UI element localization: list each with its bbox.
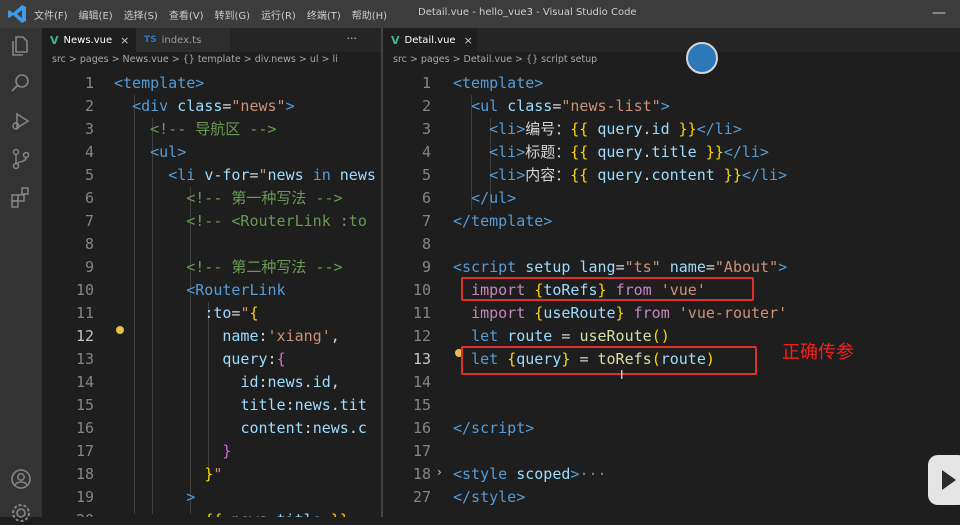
code-line: 12 let route = useRoute() bbox=[412, 327, 670, 345]
menu-view[interactable]: 查看(V) bbox=[169, 7, 204, 22]
play-icon[interactable] bbox=[942, 470, 956, 490]
code-line: 16 </script> bbox=[412, 419, 535, 437]
code-line: 17 } bbox=[75, 442, 232, 460]
menu-terminal[interactable]: 终端(T) bbox=[307, 7, 341, 22]
code-line: 18 }" bbox=[75, 465, 223, 483]
code-line: 6 <!-- 第一种写法 --> bbox=[84, 189, 343, 207]
more-actions-icon[interactable]: ··· bbox=[347, 32, 358, 45]
code-line: 12 name:'xiang', bbox=[75, 327, 340, 345]
code-line: 13 query:{ bbox=[75, 350, 286, 368]
code-line: 11 import {useRoute} from 'vue-router' bbox=[412, 304, 788, 322]
settings-gear-icon[interactable] bbox=[9, 501, 33, 525]
code-line: 8 bbox=[421, 235, 431, 253]
extensions-icon[interactable] bbox=[9, 185, 33, 209]
close-icon[interactable]: × bbox=[464, 34, 473, 47]
code-line: 19 > bbox=[75, 488, 196, 506]
vue-file-icon: V bbox=[391, 33, 400, 47]
code-line: 2 <div class="news"> bbox=[84, 97, 295, 115]
annotation-label: 正确传参 bbox=[782, 342, 854, 363]
right-tab-bar: V Detail.vue × bbox=[383, 28, 960, 52]
code-line: 20 {{ news.title }} bbox=[42, 509, 381, 517]
tab-detail-vue[interactable]: V Detail.vue × bbox=[383, 28, 477, 52]
code-line: 4 <ul> bbox=[84, 143, 187, 161]
tab-label: Detail.vue bbox=[404, 34, 456, 46]
right-editor-group: V Detail.vue × src > pages > Detail.vue … bbox=[383, 28, 960, 517]
code-line: 2 <ul class="news-list"> bbox=[421, 97, 670, 115]
window-title: Detail.vue - hello_vue3 - Visual Studio … bbox=[418, 7, 637, 18]
code-line: 15 title:news.tit bbox=[75, 396, 367, 414]
lightbulb-icon[interactable] bbox=[116, 326, 124, 334]
code-line: 1 <template> bbox=[421, 74, 544, 92]
activity-bar bbox=[0, 28, 42, 522]
code-line: 3 <li>编号：{{ query.id }}</li> bbox=[421, 120, 742, 138]
run-debug-icon[interactable] bbox=[9, 109, 33, 133]
tab-label: News.vue bbox=[63, 34, 113, 46]
left-editor-group: V News.vue × TS index.ts ··· src > pages… bbox=[42, 28, 381, 517]
breadcrumb[interactable]: src > pages > Detail.vue > {} script set… bbox=[383, 54, 597, 70]
code-line: 1 <template> bbox=[84, 74, 205, 92]
typescript-file-icon: TS bbox=[144, 35, 157, 45]
tab-label: index.ts bbox=[161, 34, 202, 46]
code-line: 6 </ul> bbox=[421, 189, 517, 207]
code-line: 5 <li v-for="news in news bbox=[84, 166, 376, 184]
breadcrumb[interactable]: src > pages > News.vue > {} template > d… bbox=[42, 54, 338, 70]
code-line: 7 <!-- <RouterLink :to bbox=[84, 212, 367, 230]
menu-run[interactable]: 运行(R) bbox=[261, 7, 296, 22]
menu-help[interactable]: 帮助(H) bbox=[352, 7, 387, 22]
minimize-icon[interactable]: — bbox=[932, 5, 946, 21]
highlight-box-import bbox=[461, 277, 754, 301]
menu-edit[interactable]: 编辑(E) bbox=[79, 7, 113, 22]
vue-file-icon: V bbox=[50, 33, 59, 47]
code-line: 17 bbox=[412, 442, 431, 460]
code-line: 7 </template> bbox=[421, 212, 553, 230]
code-line: 14 id:news.id, bbox=[75, 373, 340, 391]
highlight-box-torefs bbox=[461, 346, 757, 375]
left-tab-bar: V News.vue × TS index.ts ··· bbox=[42, 28, 381, 52]
text-cursor-icon: I bbox=[620, 368, 624, 382]
code-line: 3 <!-- 导航区 --> bbox=[84, 120, 277, 138]
tab-index-ts[interactable]: TS index.ts bbox=[136, 28, 230, 52]
vscode-logo-icon bbox=[8, 5, 26, 23]
code-line: 4 <li>标题：{{ query.title }}</li> bbox=[421, 143, 769, 161]
search-icon[interactable] bbox=[9, 71, 33, 95]
fold-chevron-icon[interactable]: › bbox=[437, 465, 442, 479]
account-icon[interactable] bbox=[9, 467, 33, 491]
code-line: 9 <!-- 第二种写法 --> bbox=[84, 258, 343, 276]
title-bar: 文件(F) 编辑(E) 选择(S) 查看(V) 转到(G) 运行(R) 终端(T… bbox=[0, 0, 960, 28]
code-line: 11 :to="{ bbox=[75, 304, 259, 322]
left-code-area[interactable]: 1 <template> 2 <div class="news"> 3 <!-- … bbox=[42, 72, 381, 517]
code-line: 10 <RouterLink bbox=[75, 281, 286, 299]
code-line: 5 <li>内容：{{ query.content }}</li> bbox=[421, 166, 788, 184]
code-line: 15 bbox=[412, 396, 431, 414]
close-icon[interactable]: × bbox=[120, 34, 129, 47]
presenter-avatar bbox=[686, 42, 718, 74]
menu-go[interactable]: 转到(G) bbox=[215, 7, 251, 22]
code-line: 9 <script setup lang="ts" name="About"> bbox=[421, 258, 788, 276]
tab-news-vue[interactable]: V News.vue × bbox=[42, 28, 136, 52]
code-line: 18 <style scoped>··· bbox=[412, 465, 607, 483]
code-line: 27 </style> bbox=[412, 488, 526, 506]
code-line: 8 bbox=[84, 235, 94, 253]
menu-file[interactable]: 文件(F) bbox=[34, 7, 68, 22]
source-control-icon[interactable] bbox=[9, 147, 33, 171]
menu-selection[interactable]: 选择(S) bbox=[124, 7, 158, 22]
explorer-icon[interactable] bbox=[9, 34, 33, 58]
code-line: 16 content:news.c bbox=[75, 419, 367, 437]
